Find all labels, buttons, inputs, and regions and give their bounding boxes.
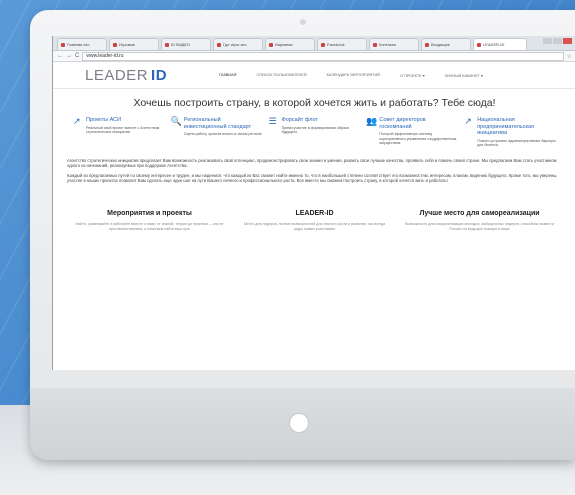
feature-item[interactable]: ↗ Проекты АСИ Реальный свой проект вместе… [73, 117, 165, 148]
minimize-button[interactable] [543, 38, 552, 44]
maximize-button[interactable] [553, 38, 562, 44]
menu-item-calendar[interactable]: КАЛЕНДАРЬ МЕРОПРИЯТИЙ [327, 73, 380, 78]
feature-desc: Оцени работу органов власти в твоем реги… [183, 132, 262, 136]
trend-icon: ↗ [464, 116, 472, 126]
feature-title[interactable]: Проекты АСИ [86, 117, 165, 124]
column-title[interactable]: Лучше место для самореализации [397, 210, 562, 217]
feature-title[interactable]: Региональный инвестиционный стандарт [184, 117, 263, 130]
forward-icon[interactable]: → [66, 53, 72, 59]
address-bar: ← → C www.leader-id.ru ☆ [53, 51, 575, 62]
tab-label: Контакты [379, 42, 397, 47]
browser-tab[interactable]: Где игры ато [213, 38, 263, 50]
feature-desc: Построй эффективную систему корпоративно… [379, 132, 457, 146]
intro-paragraph: Каждый из предлагаемых путей по своему и… [67, 172, 558, 184]
feature-title[interactable]: Совет директоров госкомпаний [379, 117, 458, 130]
favicon-icon [269, 42, 273, 47]
reload-icon[interactable]: C [75, 53, 79, 59]
webcam-icon [300, 19, 306, 25]
browser-tab[interactable]: Главная ато [57, 38, 107, 50]
tab-label: Где игры ато [223, 42, 247, 47]
features-row: ↗ Проекты АСИ Реальный свой проект вместе… [53, 117, 575, 148]
feature-desc: Помоги устранить административные барьер… [477, 138, 556, 148]
browser-tab[interactable]: Игровые [109, 38, 159, 50]
logo-id: ID [151, 66, 168, 84]
favicon-icon [321, 42, 325, 47]
browser-tab[interactable]: Facebook [317, 38, 367, 50]
close-button[interactable] [563, 38, 572, 44]
menu-item-home[interactable]: ГЛАВНАЯ [219, 73, 236, 78]
info-columns: Мероприятия и проекты Найти, сравнивайте… [53, 210, 575, 231]
favicon-icon [425, 42, 429, 47]
site-logo[interactable]: LEADER ID [85, 67, 167, 84]
tab-label: Игровые [119, 42, 136, 47]
info-column: Мероприятия и проекты Найти, сравнивайте… [67, 210, 232, 231]
browser-tab-active[interactable]: LEADER-ID [473, 38, 527, 50]
feature-title[interactable]: Национальная предпринимательская инициат… [477, 117, 556, 137]
column-desc: Найти, сравнивайте и работайте вместе с … [75, 222, 224, 231]
favicon-icon [217, 42, 221, 47]
logo-text: LEADER [85, 66, 149, 84]
back-icon[interactable]: ← [57, 53, 63, 59]
bookmark-star-icon[interactable]: ☆ [567, 53, 572, 60]
column-desc: Место для лидеров, полное возможностей д… [243, 222, 386, 231]
tab-label: ID ВИДЕО [171, 42, 191, 47]
feature-item[interactable]: ☰ Форсайт флот Прими участие в формирован… [269, 117, 361, 148]
browser-tab[interactable]: ID ВИДЕО [161, 38, 211, 50]
feature-title[interactable]: Форсайт флот [282, 117, 361, 124]
feature-desc: Прими участие в формировании образа буду… [281, 125, 349, 135]
column-title[interactable]: LEADER-ID [232, 210, 397, 217]
favicon-icon [477, 42, 481, 47]
tab-label: LEADER-ID [483, 42, 505, 47]
tab-label: Входящие [431, 42, 450, 47]
people-icon: 👥 [366, 116, 378, 126]
tab-label: Ищемежс [275, 42, 293, 47]
tab-strip: Главная ато Игровые ID ВИДЕО Где игры ат… [53, 36, 575, 51]
browser-tab[interactable]: Ищемежс [265, 38, 315, 50]
window-controls [543, 38, 572, 44]
monitor-chin [30, 388, 575, 460]
intro-paragraph: Агентство стратегических инициатив предл… [67, 157, 557, 169]
info-column: Лучше место для самореализации Возможнос… [397, 210, 562, 231]
feature-item[interactable]: 🔍 Региональный инвестиционный стандарт Оц… [171, 117, 263, 148]
main-menu: ГЛАВНАЯ СПИСОК ПОЛЬЗОВАТЕЛЕЙ КАЛЕНДАРЬ М… [219, 73, 503, 78]
menu-item-account[interactable]: ЛИЧНЫЙ КАБИНЕТ ▾ [445, 73, 483, 78]
browser-window: Главная ато Игровые ID ВИДЕО Где игры ат… [52, 36, 575, 370]
chart-up-icon: ↗ [73, 116, 81, 126]
search-icon: 🔍 [170, 116, 183, 126]
menu-item-users[interactable]: СПИСОК ПОЛЬЗОВАТЕЛЕЙ [256, 73, 306, 78]
browser-tab[interactable]: Входящие [421, 38, 471, 50]
page-headline: Хочешь построить страну, в которой хочет… [133, 97, 496, 109]
tab-label: Facebook [327, 42, 345, 47]
favicon-icon [373, 42, 377, 47]
browser-tab[interactable]: Контакты [369, 38, 419, 50]
favicon-icon [113, 42, 117, 47]
url-input[interactable]: www.leader-id.ru [82, 51, 564, 61]
feature-desc: Реальный свой проект вместе с Агентством… [86, 125, 160, 135]
site-header: LEADER ID ГЛАВНАЯ СПИСОК ПОЛЬЗОВАТЕЛЕЙ КА… [53, 62, 575, 89]
feature-item[interactable]: 👥 Совет директоров госкомпаний Построй эф… [366, 117, 458, 148]
menu-item-about[interactable]: О ПРОЕКТЕ ▾ [400, 73, 425, 78]
column-desc: Возможность для самореализации молодых, … [405, 222, 554, 231]
power-button[interactable] [290, 414, 308, 432]
feature-item[interactable]: ↗ Национальная предпринимательская иници… [464, 117, 556, 148]
tab-label: Главная ато [67, 42, 90, 47]
favicon-icon [61, 42, 65, 47]
column-title[interactable]: Мероприятия и проекты [67, 210, 232, 217]
info-column: LEADER-ID Место для лидеров, полное возм… [232, 210, 397, 231]
list-icon: ☰ [268, 116, 277, 126]
favicon-icon [165, 42, 169, 47]
